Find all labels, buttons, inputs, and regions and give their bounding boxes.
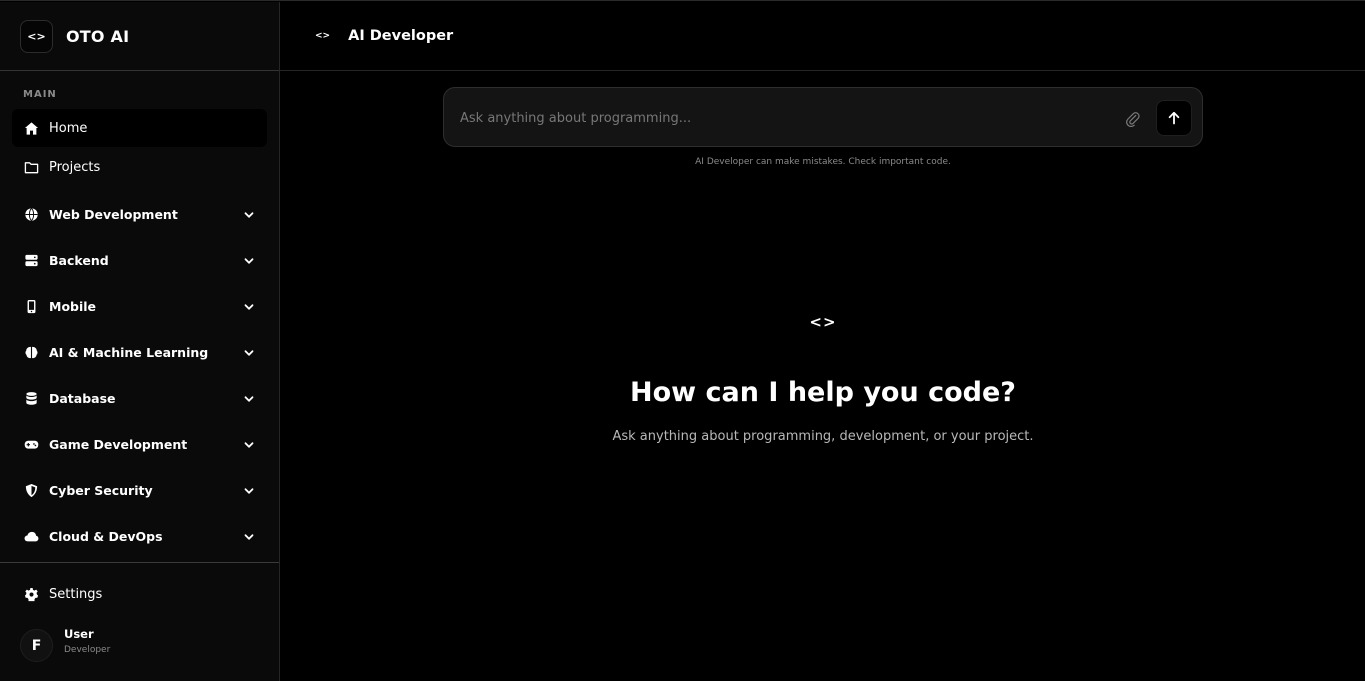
brand-header: <> OTO AI	[0, 2, 279, 71]
gamepad-icon	[23, 437, 39, 453]
section-label-main: MAIN	[23, 89, 57, 100]
home-icon	[23, 120, 39, 136]
sidebar-item-cyber-security[interactable]: Cyber Security	[12, 468, 267, 513]
send-button[interactable]	[1156, 100, 1192, 136]
chat-input[interactable]	[460, 107, 1100, 129]
sidebar-item-label: Web Development	[49, 207, 178, 222]
main-header: <> AI Developer	[280, 2, 1365, 71]
sidebar-nav: Home Projects Web Development Backend Mo…	[12, 109, 267, 560]
user-role: Developer	[64, 644, 111, 655]
disclaimer-text: AI Developer can make mistakes. Check im…	[695, 157, 951, 167]
sidebar-item-database[interactable]: Database	[12, 376, 267, 421]
shield-icon	[23, 483, 39, 499]
sidebar-item-projects[interactable]: Projects	[12, 148, 267, 186]
sidebar-footer: Settings F User Developer	[0, 562, 279, 662]
code-logo-icon: <>	[20, 19, 53, 53]
page-title: AI Developer	[348, 28, 454, 44]
brain-icon	[23, 345, 39, 361]
chevron-down-icon[interactable]	[243, 485, 255, 497]
sidebar-item-label: Backend	[49, 253, 109, 268]
sidebar-item-label: Cyber Security	[49, 483, 153, 498]
avatar: F	[20, 629, 53, 662]
database-icon	[23, 391, 39, 407]
sidebar-item-ai-machine-learning[interactable]: AI & Machine Learning	[12, 330, 267, 375]
sidebar-item-home[interactable]: Home	[12, 109, 267, 147]
sidebar-item-label: AI & Machine Learning	[49, 345, 209, 360]
sidebar-item-label: Cloud & DevOps	[49, 529, 163, 544]
paperclip-icon[interactable]	[1125, 111, 1141, 127]
sidebar-item-web-development[interactable]: Web Development	[12, 192, 267, 237]
code-icon: <>	[809, 313, 837, 331]
server-icon	[23, 253, 39, 269]
sidebar-item-label: Game Development	[49, 437, 188, 452]
chevron-down-icon[interactable]	[243, 255, 255, 267]
chevron-down-icon[interactable]	[243, 301, 255, 313]
cloud-icon	[23, 529, 39, 545]
sidebar: <> OTO AI MAIN Home Projects Web Develop…	[0, 2, 280, 681]
user-profile[interactable]: F User Developer	[20, 627, 110, 662]
sidebar-item-mobile[interactable]: Mobile	[12, 284, 267, 329]
user-name: User	[64, 626, 94, 641]
chevron-down-icon[interactable]	[243, 209, 255, 221]
arrow-up-icon	[1168, 111, 1180, 125]
mobile-icon	[23, 299, 39, 315]
chevron-down-icon[interactable]	[243, 531, 255, 543]
brand-name: OTO AI	[66, 26, 130, 46]
settings-button[interactable]: Settings	[12, 583, 267, 605]
gear-icon	[23, 586, 39, 602]
sidebar-item-game-development[interactable]: Game Development	[12, 422, 267, 467]
settings-label: Settings	[49, 586, 103, 602]
chat-composer	[443, 87, 1203, 147]
hero-title: How can I help you code?	[630, 377, 1016, 408]
code-icon: <>	[315, 31, 331, 41]
globe-icon	[23, 207, 39, 223]
user-meta: User Developer	[64, 627, 110, 655]
sidebar-item-cloud-devops[interactable]: Cloud & DevOps	[12, 514, 267, 559]
sidebar-item-label: Database	[49, 391, 116, 406]
chevron-down-icon[interactable]	[243, 347, 255, 359]
sidebar-item-label: Mobile	[49, 299, 97, 314]
sidebar-item-backend[interactable]: Backend	[12, 238, 267, 283]
chevron-down-icon[interactable]	[243, 439, 255, 451]
folder-icon	[23, 159, 39, 175]
chevron-down-icon[interactable]	[243, 393, 255, 405]
sidebar-item-label: Projects	[49, 159, 101, 175]
sidebar-item-label: Home	[49, 120, 88, 136]
hero-subtitle: Ask anything about programming, developm…	[612, 429, 1034, 444]
